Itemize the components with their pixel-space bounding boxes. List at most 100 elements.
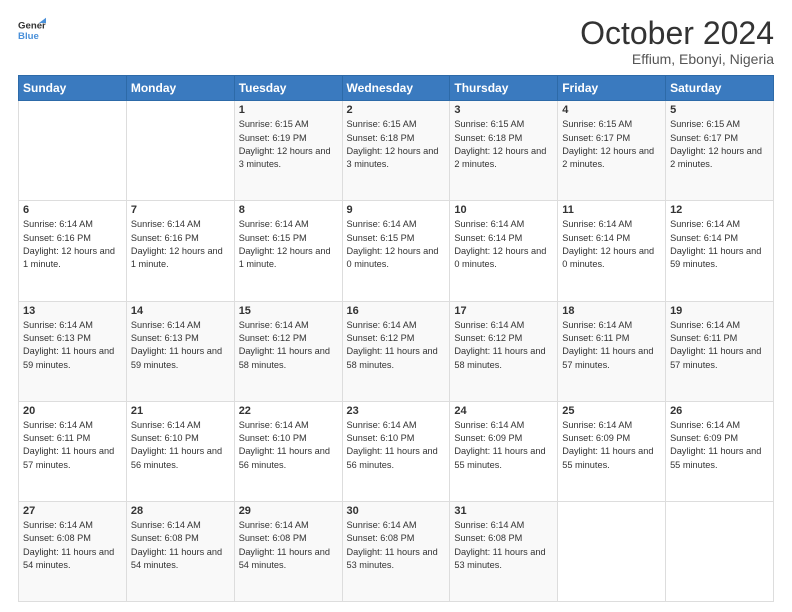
day-info: Sunrise: 6:15 AMSunset: 6:17 PMDaylight:… [670,118,769,171]
day-info: Sunrise: 6:14 AMSunset: 6:15 PMDaylight:… [347,218,446,271]
page: General Blue October 2024 Effium, Ebonyi… [0,0,792,612]
calendar-cell [19,101,127,201]
day-info: Sunrise: 6:14 AMSunset: 6:16 PMDaylight:… [131,218,230,271]
logo: General Blue [18,16,46,44]
day-number: 19 [670,305,769,317]
day-number: 31 [454,505,553,517]
calendar-cell: 22Sunrise: 6:14 AMSunset: 6:10 PMDayligh… [234,401,342,501]
col-wednesday: Wednesday [342,76,450,101]
calendar-cell: 25 Sunrise: 6:14 AMSunset: 6:09 PMDayligh… [558,401,666,501]
day-number: 11 [562,204,661,216]
day-info: Sunrise: 6:14 AMSunset: 6:10 PMDaylight:… [131,419,230,472]
calendar-cell [126,101,234,201]
day-info: Sunrise: 6:14 AMSunset: 6:12 PMDaylight:… [347,319,446,372]
main-title: October 2024 [580,16,774,51]
day-info: Sunrise: 6:14 AMSunset: 6:11 PMDaylight:… [562,319,661,372]
calendar-header-row: Sunday Monday Tuesday Wednesday Thursday… [19,76,774,101]
calendar-cell: 15 Sunrise: 6:14 AMSunset: 6:12 PMDayligh… [234,301,342,401]
day-number: 15 [239,305,338,317]
calendar-cell: 10 Sunrise: 6:14 AMSunset: 6:14 PMDayligh… [450,201,558,301]
calendar-cell: 29 Sunrise: 6:14 AMSunset: 6:08 PMDayligh… [234,501,342,601]
day-number: 6 [23,204,122,216]
col-thursday: Thursday [450,76,558,101]
calendar-cell: 12 Sunrise: 6:14 AMSunset: 6:14 PMDayligh… [666,201,774,301]
day-number: 20 [23,405,122,417]
day-number: 7 [131,204,230,216]
calendar-cell: 11 Sunrise: 6:14 AMSunset: 6:14 PMDayligh… [558,201,666,301]
calendar-cell: 20 Sunrise: 6:14 AMSunset: 6:11 PMDayligh… [19,401,127,501]
day-number: 9 [347,204,446,216]
calendar-cell: 4Sunrise: 6:15 AMSunset: 6:17 PMDaylight… [558,101,666,201]
day-number: 28 [131,505,230,517]
day-info: Sunrise: 6:14 AMSunset: 6:14 PMDaylight:… [562,218,661,271]
day-number: 13 [23,305,122,317]
day-info: Sunrise: 6:14 AMSunset: 6:12 PMDaylight:… [239,319,338,372]
calendar-cell: 30Sunrise: 6:14 AMSunset: 6:08 PMDayligh… [342,501,450,601]
day-number: 2 [347,104,446,116]
calendar-cell: 6 Sunrise: 6:14 AMSunset: 6:16 PMDaylight… [19,201,127,301]
day-info: Sunrise: 6:14 AMSunset: 6:08 PMDaylight:… [454,519,553,572]
calendar-cell: 1 Sunrise: 6:15 AMSunset: 6:19 PMDaylight… [234,101,342,201]
day-number: 3 [454,104,553,116]
col-sunday: Sunday [19,76,127,101]
calendar-cell: 21Sunrise: 6:14 AMSunset: 6:10 PMDayligh… [126,401,234,501]
calendar-cell: 17Sunrise: 6:14 AMSunset: 6:12 PMDayligh… [450,301,558,401]
calendar-cell: 13Sunrise: 6:14 AMSunset: 6:13 PMDayligh… [19,301,127,401]
day-info: Sunrise: 6:14 AMSunset: 6:15 PMDaylight:… [239,218,338,271]
week-row-5: 27 Sunrise: 6:14 AMSunset: 6:08 PMDayligh… [19,501,774,601]
subtitle: Effium, Ebonyi, Nigeria [580,51,774,67]
day-info: Sunrise: 6:14 AMSunset: 6:12 PMDaylight:… [454,319,553,372]
svg-text:Blue: Blue [18,31,39,42]
day-number: 14 [131,305,230,317]
day-info: Sunrise: 6:14 AMSunset: 6:10 PMDaylight:… [239,419,338,472]
calendar-cell: 8Sunrise: 6:14 AMSunset: 6:15 PMDaylight… [234,201,342,301]
calendar-cell: 14 Sunrise: 6:14 AMSunset: 6:13 PMDayligh… [126,301,234,401]
title-block: October 2024 Effium, Ebonyi, Nigeria [580,16,774,67]
day-info: Sunrise: 6:15 AMSunset: 6:18 PMDaylight:… [454,118,553,171]
calendar-cell: 16 Sunrise: 6:14 AMSunset: 6:12 PMDayligh… [342,301,450,401]
week-row-3: 13 Sunrise: 6:14 AMSunset: 6:13 PMDayligh… [19,301,774,401]
day-number: 10 [454,204,553,216]
calendar-cell [666,501,774,601]
day-number: 1 [239,104,338,116]
calendar-table: Sunday Monday Tuesday Wednesday Thursday… [18,75,774,602]
day-number: 12 [670,204,769,216]
day-info: Sunrise: 6:14 AMSunset: 6:09 PMDaylight:… [562,419,661,472]
calendar-cell: 27 Sunrise: 6:14 AMSunset: 6:08 PMDayligh… [19,501,127,601]
day-info: Sunrise: 6:14 AMSunset: 6:09 PMDaylight:… [454,419,553,472]
day-info: Sunrise: 6:14 AMSunset: 6:10 PMDaylight:… [347,419,446,472]
day-info: Sunrise: 6:14 AMSunset: 6:11 PMDaylight:… [23,419,122,472]
calendar-cell: 24Sunrise: 6:14 AMSunset: 6:09 PMDayligh… [450,401,558,501]
col-saturday: Saturday [666,76,774,101]
day-number: 18 [562,305,661,317]
col-monday: Monday [126,76,234,101]
day-info: Sunrise: 6:14 AMSunset: 6:16 PMDaylight:… [23,218,122,271]
day-info: Sunrise: 6:14 AMSunset: 6:08 PMDaylight:… [23,519,122,572]
col-friday: Friday [558,76,666,101]
day-number: 4 [562,104,661,116]
day-info: Sunrise: 6:15 AMSunset: 6:19 PMDaylight:… [239,118,338,171]
day-number: 16 [347,305,446,317]
day-info: Sunrise: 6:14 AMSunset: 6:14 PMDaylight:… [670,218,769,271]
day-info: Sunrise: 6:14 AMSunset: 6:13 PMDaylight:… [131,319,230,372]
calendar-cell: 23 Sunrise: 6:14 AMSunset: 6:10 PMDayligh… [342,401,450,501]
week-row-2: 6 Sunrise: 6:14 AMSunset: 6:16 PMDaylight… [19,201,774,301]
day-info: Sunrise: 6:14 AMSunset: 6:08 PMDaylight:… [347,519,446,572]
calendar-cell: 19 Sunrise: 6:14 AMSunset: 6:11 PMDayligh… [666,301,774,401]
calendar-cell: 9 Sunrise: 6:14 AMSunset: 6:15 PMDaylight… [342,201,450,301]
calendar-cell: 7 Sunrise: 6:14 AMSunset: 6:16 PMDaylight… [126,201,234,301]
day-info: Sunrise: 6:14 AMSunset: 6:11 PMDaylight:… [670,319,769,372]
day-info: Sunrise: 6:14 AMSunset: 6:08 PMDaylight:… [239,519,338,572]
day-info: Sunrise: 6:14 AMSunset: 6:14 PMDaylight:… [454,218,553,271]
calendar-cell: 18 Sunrise: 6:14 AMSunset: 6:11 PMDayligh… [558,301,666,401]
day-number: 29 [239,505,338,517]
day-number: 25 [562,405,661,417]
calendar-cell: 28Sunrise: 6:14 AMSunset: 6:08 PMDayligh… [126,501,234,601]
col-tuesday: Tuesday [234,76,342,101]
calendar-cell: 26Sunrise: 6:14 AMSunset: 6:09 PMDayligh… [666,401,774,501]
day-number: 27 [23,505,122,517]
day-info: Sunrise: 6:14 AMSunset: 6:09 PMDaylight:… [670,419,769,472]
day-number: 23 [347,405,446,417]
header: General Blue October 2024 Effium, Ebonyi… [18,16,774,67]
calendar-cell: 31 Sunrise: 6:14 AMSunset: 6:08 PMDayligh… [450,501,558,601]
